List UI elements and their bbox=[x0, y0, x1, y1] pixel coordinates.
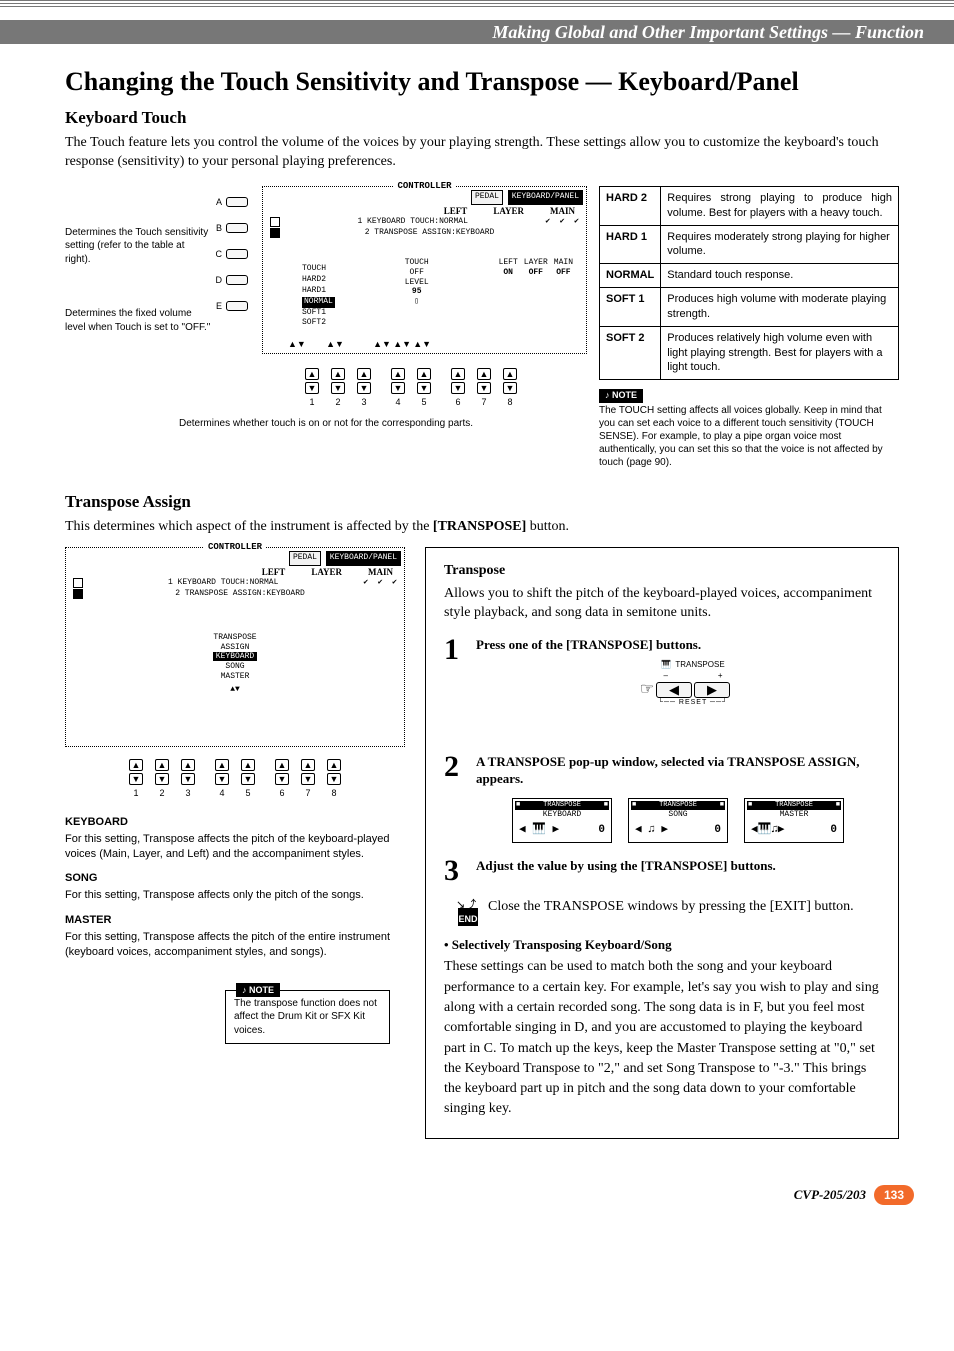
footer-model: CVP-205/203 bbox=[794, 1186, 866, 1204]
transpose-lead: Allows you to shift the pitch of the key… bbox=[444, 585, 880, 623]
step-3-text: Adjust the value by using the [TRANSPOSE… bbox=[476, 857, 880, 884]
lcd-title: CONTROLLER bbox=[393, 180, 455, 192]
transpose-assign-intro-2: button. bbox=[530, 519, 569, 534]
intro-text: The Touch feature lets you control the v… bbox=[65, 134, 899, 172]
transpose-control-label: TRANSPOSE bbox=[675, 660, 724, 671]
song-setting-text: For this setting, Transpose affects only… bbox=[65, 888, 405, 903]
section-heading-keyboard-touch: Keyboard Touch bbox=[65, 107, 899, 130]
footer-page-number: 133 bbox=[874, 1185, 914, 1205]
step-number-3: 3 bbox=[444, 857, 468, 884]
end-text: Close the TRANSPOSE windows by pressing … bbox=[488, 898, 854, 917]
breadcrumb: Making Global and Other Important Settin… bbox=[492, 20, 924, 44]
note-text-2: The transpose function does not affect t… bbox=[234, 998, 377, 1036]
master-setting-text: For this setting, Transpose affects the … bbox=[65, 930, 405, 960]
selective-transpose-title: • Selectively Transposing Keyboard/Song bbox=[444, 936, 880, 954]
side-buttons-abcde: A B C D E bbox=[222, 186, 252, 313]
keyboard-setting-text: For this setting, Transpose affects the … bbox=[65, 832, 405, 862]
section-heading-transpose-assign: Transpose Assign bbox=[65, 491, 899, 514]
lcd-transpose-assign: CONTROLLER PEDAL KEYBOARD/PANEL LEFTLAYE… bbox=[65, 547, 405, 747]
diagram-caption: Determines whether touch is on or not fo… bbox=[65, 417, 587, 431]
part-on-off: LEFTONLAYEROFFMAINOFF bbox=[499, 258, 573, 277]
song-setting-label: SONG bbox=[65, 871, 405, 886]
master-setting-label: MASTER bbox=[65, 913, 405, 928]
tab-keyboard-panel: KEYBOARD/PANEL bbox=[508, 190, 583, 205]
end-icon: ↘⤴ END bbox=[444, 898, 478, 926]
transpose-assign-options: TRANSPOSEASSIGNKEYBOARDSONGMASTER bbox=[75, 633, 395, 681]
step-1-text: Press one of the [TRANSPOSE] buttons. bbox=[476, 636, 880, 654]
touch-options-list: TOUCHHARD2HARD1NORMALSOFT1SOFT2 bbox=[302, 264, 335, 329]
number-buttons-row-1: ▲▼1 ▲▼2 ▲▼3 ▲▼4 ▲▼5 ▲▼6 ▲▼7 ▲▼8 bbox=[235, 366, 587, 410]
note-tag: NOTE bbox=[599, 389, 643, 403]
touch-off-level: TOUCHOFFLEVEL95▯ bbox=[405, 258, 429, 306]
page-title: Changing the Touch Sensitivity and Trans… bbox=[65, 64, 899, 99]
step-number-2: 2 bbox=[444, 753, 468, 843]
diagram-annotation-fixed-volume: Determines the fixed volume level when T… bbox=[65, 307, 212, 334]
touch-sensitivity-table: HARD 2Requires strong playing to produce… bbox=[599, 186, 899, 380]
popup-master: ■TRANSPOSE■ MASTER ◀🎹♫▶0 bbox=[744, 798, 844, 843]
transpose-heading: Transpose bbox=[444, 562, 880, 581]
lcd-row-1: 1 KEYBOARD TOUCH:NORMAL bbox=[357, 217, 467, 228]
lcd-row-2: 2 TRANSPOSE ASSIGN:KEYBOARD bbox=[365, 228, 495, 239]
transpose-button-label: [TRANSPOSE] bbox=[433, 519, 526, 534]
diagram-annotation-sensitivity: Determines the Touch sensitivity setting… bbox=[65, 226, 212, 267]
note-box-transpose: NOTE The transpose function does not aff… bbox=[225, 990, 390, 1045]
breadcrumb-bar: Making Global and Other Important Settin… bbox=[0, 20, 954, 44]
popup-song: ■TRANSPOSE■ SONG ◀ ♫ ▶0 bbox=[628, 798, 728, 843]
number-buttons-row-2: ▲▼1 ▲▼2 ▲▼3 ▲▼4 ▲▼5 ▲▼6 ▲▼7 ▲▼8 bbox=[65, 757, 405, 801]
keyboard-setting-label: KEYBOARD bbox=[65, 815, 405, 830]
note-box-touch: NOTE The TOUCH setting affects all voice… bbox=[599, 390, 899, 469]
decorative-bars bbox=[0, 0, 954, 20]
lcd-controller-panel: CONTROLLER PEDAL KEYBOARD/PANEL LEFTLAYE… bbox=[262, 186, 587, 355]
popup-keyboard: ■TRANSPOSE■ KEYBOARD ◀ 🎹 ▶0 bbox=[512, 798, 612, 843]
note-text: The TOUCH setting affects all voices glo… bbox=[599, 405, 883, 468]
transpose-assign-intro-1: This determines which aspect of the inst… bbox=[65, 519, 433, 534]
selective-transpose-body: These settings can be used to match both… bbox=[444, 957, 880, 1119]
note-tag-2: NOTE bbox=[236, 983, 280, 997]
step-2-text: A TRANSPOSE pop-up window, selected via … bbox=[476, 753, 880, 788]
